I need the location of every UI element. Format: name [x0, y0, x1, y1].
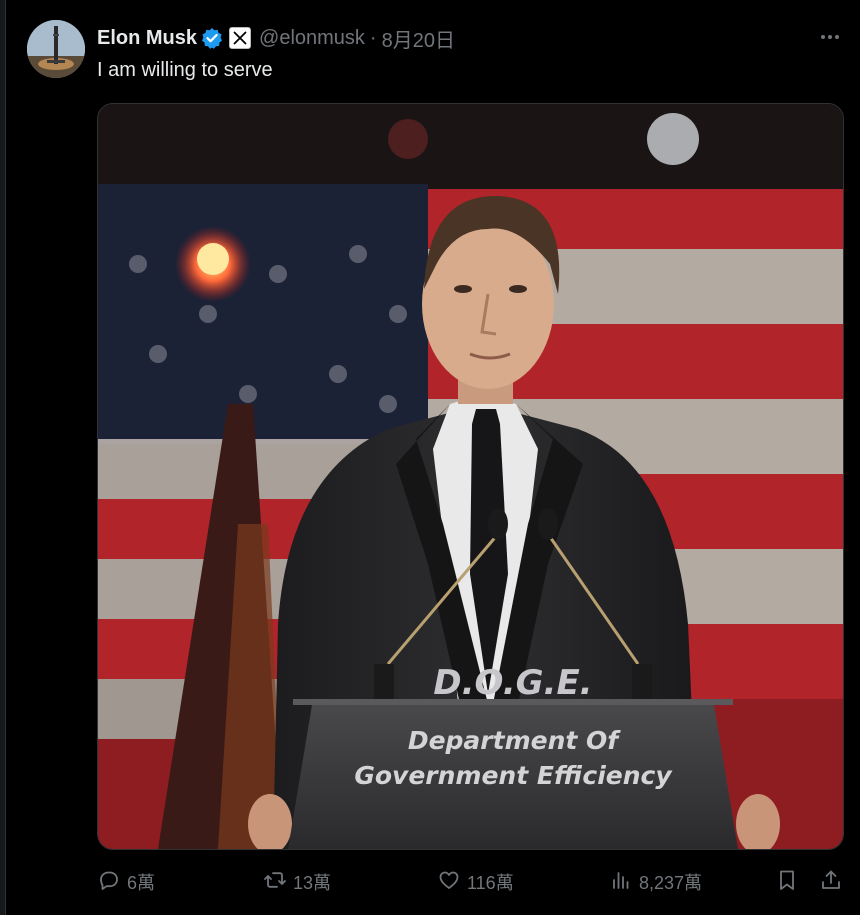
x-logo-icon[interactable] [229, 27, 252, 49]
bookmark-button[interactable] [775, 866, 799, 898]
sign-acronym: D.O.G.E. [433, 663, 592, 703]
separator-dot: · [369, 26, 377, 49]
tweet-text: I am willing to serve [97, 59, 273, 81]
like-icon [437, 868, 461, 897]
views-button[interactable]: 8,237萬 [609, 866, 702, 898]
views-icon [609, 868, 633, 897]
podium-line1: Department Of [408, 726, 621, 755]
repost-count: 13萬 [293, 873, 332, 893]
repost-icon [263, 868, 287, 897]
like-count: 116萬 [467, 873, 514, 893]
tweet-image[interactable]: D.O.G.E. Department Of Government Effici… [97, 103, 844, 850]
tweet-header: Elon Musk @elonmusk · 8月20日 [97, 24, 455, 52]
author-name[interactable]: Elon Musk [97, 27, 197, 50]
reply-icon [97, 868, 121, 897]
like-button[interactable]: 116萬 [437, 866, 514, 898]
tweet[interactable]: Elon Musk @elonmusk · 8月20日 I am willing… [5, 0, 860, 915]
share-icon [819, 868, 843, 897]
repost-button[interactable]: 13萬 [263, 866, 331, 898]
bookmark-icon [775, 868, 799, 897]
tweet-date[interactable]: 8月20日 [382, 24, 455, 53]
views-count: 8,237萬 [639, 873, 703, 893]
more-icon[interactable] [817, 24, 843, 50]
action-bar: 6萬 13萬 116萬 8,237萬 [97, 866, 842, 898]
reply-count: 6萬 [127, 873, 156, 893]
podium-line2: Government Efficiency [354, 761, 673, 790]
avatar[interactable] [27, 20, 85, 78]
verified-badge-icon [201, 27, 223, 49]
share-button[interactable] [819, 866, 843, 898]
author-handle[interactable]: @elonmusk [259, 27, 365, 50]
reply-button[interactable]: 6萬 [97, 866, 155, 898]
